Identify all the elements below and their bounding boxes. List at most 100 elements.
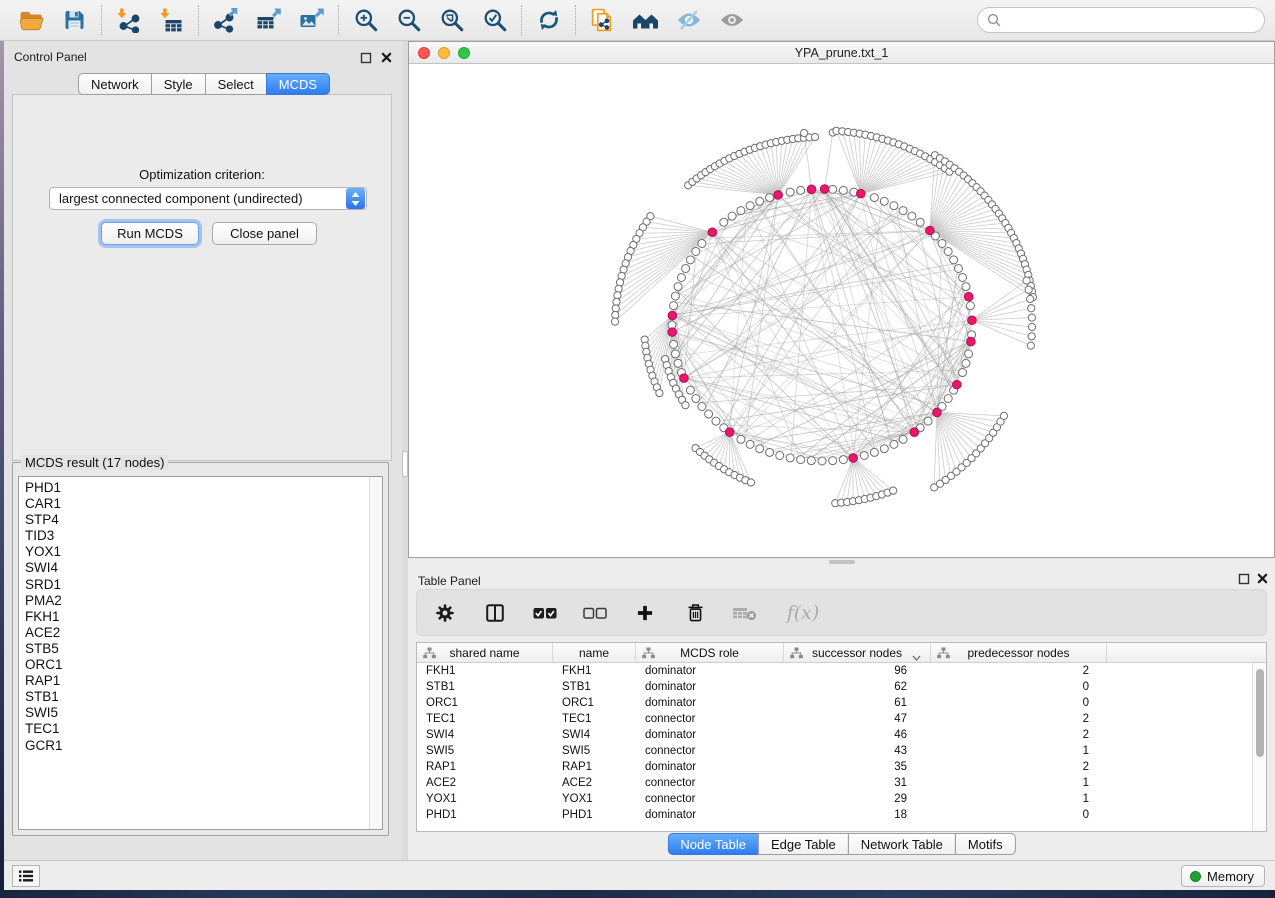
tab-network-table[interactable]: Network Table <box>848 833 956 855</box>
criterion-dropdown[interactable]: largest connected component (undirected) <box>49 187 367 210</box>
show-columns-button[interactable] <box>481 599 509 627</box>
close-mcds-panel-button[interactable]: Close panel <box>212 222 317 245</box>
column-header-name[interactable]: name <box>553 643 636 662</box>
search-input[interactable] <box>1007 12 1255 29</box>
tab-style[interactable]: Style <box>151 73 206 95</box>
table-row[interactable]: PHD1PHD1dominator180 <box>417 807 1266 823</box>
list-item[interactable]: TID3 <box>19 528 382 544</box>
list-item[interactable]: YOX1 <box>19 544 382 560</box>
delete-column-button[interactable] <box>681 599 709 627</box>
mcds-result-list[interactable]: PHD1CAR1STP4TID3YOX1SWI4SRD1PMA2FKH1ACE2… <box>18 476 383 830</box>
graph-node <box>1028 314 1035 321</box>
table-row[interactable]: FKH1FKH1dominator962 <box>417 663 1266 679</box>
table-cell: SWI5 <box>417 743 553 759</box>
list-item[interactable]: STP4 <box>19 512 382 528</box>
column-label: predecessor nodes <box>967 646 1069 660</box>
import-network-icon <box>115 7 142 33</box>
hide-selected-button[interactable] <box>667 3 710 37</box>
graph-node <box>908 212 916 220</box>
mcds-node <box>668 328 677 337</box>
memory-button[interactable]: Memory <box>1181 865 1265 887</box>
list-item[interactable]: RAP1 <box>19 673 382 689</box>
table-row[interactable]: YOX1YOX1connector291 <box>417 791 1266 807</box>
delete-table-button[interactable] <box>731 599 759 627</box>
export-image-button[interactable] <box>290 3 333 37</box>
column-header-predecessor-nodes[interactable]: predecessor nodes <box>931 643 1107 662</box>
table-body: FKH1FKH1dominator962STB1STB1dominator620… <box>417 663 1266 823</box>
sort-chevron-icon[interactable] <box>912 650 921 664</box>
column-header-successor-nodes[interactable]: successor nodes <box>784 643 931 662</box>
column-header-mcds-role[interactable]: MCDS role <box>636 643 784 662</box>
table-row[interactable]: STB1STB1dominator620 <box>417 679 1266 695</box>
column-header-shared-name[interactable]: shared name <box>417 643 553 662</box>
table-cell: 47 <box>784 711 931 727</box>
table-cell: FKH1 <box>417 663 553 679</box>
tab-node-table[interactable]: Node Table <box>667 833 759 855</box>
list-item[interactable]: PMA2 <box>19 593 382 609</box>
graph-node <box>756 197 764 205</box>
tab-network[interactable]: Network <box>78 73 152 95</box>
table-settings-button[interactable] <box>431 599 459 627</box>
import-network-button[interactable] <box>107 3 150 37</box>
list-item[interactable]: ORC1 <box>19 657 382 673</box>
list-item[interactable]: TEC1 <box>19 721 382 737</box>
tab-select[interactable]: Select <box>205 73 267 95</box>
zoom-fit-button[interactable] <box>430 3 473 37</box>
table-panel: Table Panel f(x) shared namenameMCDS rol… <box>408 565 1275 860</box>
float-table-panel-button[interactable] <box>1237 572 1250 585</box>
splitter-handle[interactable] <box>829 560 855 564</box>
list-item[interactable]: SWI5 <box>19 705 382 721</box>
mcds-node <box>933 408 942 417</box>
create-column-button[interactable] <box>631 599 659 627</box>
save-session-button[interactable] <box>53 3 96 37</box>
clone-network-button[interactable] <box>581 3 624 37</box>
list-item[interactable]: CAR1 <box>19 496 382 512</box>
graph-node <box>959 369 967 377</box>
table-row[interactable]: SWI5SWI5connector431 <box>417 743 1266 759</box>
tab-motifs[interactable]: Motifs <box>955 833 1016 855</box>
zoom-in-button[interactable] <box>344 3 387 37</box>
refresh-view-button[interactable] <box>527 3 570 37</box>
table-row[interactable]: ORC1ORC1dominator610 <box>417 695 1266 711</box>
close-panel-button[interactable] <box>380 51 393 64</box>
list-item[interactable]: STB1 <box>19 689 382 705</box>
network-graph[interactable] <box>409 64 1274 557</box>
show-all-button[interactable] <box>710 3 753 37</box>
close-table-panel-button[interactable] <box>1256 572 1269 585</box>
list-item[interactable]: STB5 <box>19 641 382 657</box>
tab-mcds[interactable]: MCDS <box>266 73 330 95</box>
export-table-button[interactable] <box>247 3 290 37</box>
deselect-all-rows-button[interactable] <box>581 599 609 627</box>
table-row[interactable]: SWI4SWI4dominator462 <box>417 727 1266 743</box>
tab-edge-table[interactable]: Edge Table <box>758 833 849 855</box>
first-neighbors-button[interactable] <box>624 3 667 37</box>
list-item[interactable]: SRD1 <box>19 577 382 593</box>
float-panel-button[interactable] <box>359 51 372 64</box>
run-mcds-button[interactable]: Run MCDS <box>101 222 199 245</box>
graph-node <box>686 256 694 264</box>
zoom-selected-button[interactable] <box>473 3 516 37</box>
graph-node <box>924 417 932 425</box>
graph-node <box>677 273 685 281</box>
export-network-button[interactable] <box>204 3 247 37</box>
list-item[interactable]: PHD1 <box>19 480 382 496</box>
list-scrollbar[interactable] <box>369 477 382 829</box>
function-builder-button[interactable]: f(x) <box>781 599 825 627</box>
table-row[interactable]: RAP1RAP1dominator352 <box>417 759 1266 775</box>
open-file-button[interactable] <box>10 3 53 37</box>
horizontal-splitter[interactable] <box>408 558 1275 565</box>
table-scrollbar[interactable] <box>1252 663 1266 831</box>
import-table-button[interactable] <box>150 3 193 37</box>
gear-icon <box>434 602 456 624</box>
list-item[interactable]: ACE2 <box>19 625 382 641</box>
checked-boxes-icon <box>532 602 558 624</box>
zoom-out-button[interactable] <box>387 3 430 37</box>
list-item[interactable]: FKH1 <box>19 609 382 625</box>
task-history-button[interactable] <box>12 865 40 887</box>
table-row[interactable]: TEC1TEC1connector472 <box>417 711 1266 727</box>
table-row[interactable]: ACE2ACE2connector311 <box>417 775 1266 791</box>
list-item[interactable]: GCR1 <box>19 738 382 754</box>
select-all-rows-button[interactable] <box>531 599 559 627</box>
list-item[interactable]: SWI4 <box>19 560 382 576</box>
scrollbar-thumb[interactable] <box>1256 669 1264 757</box>
